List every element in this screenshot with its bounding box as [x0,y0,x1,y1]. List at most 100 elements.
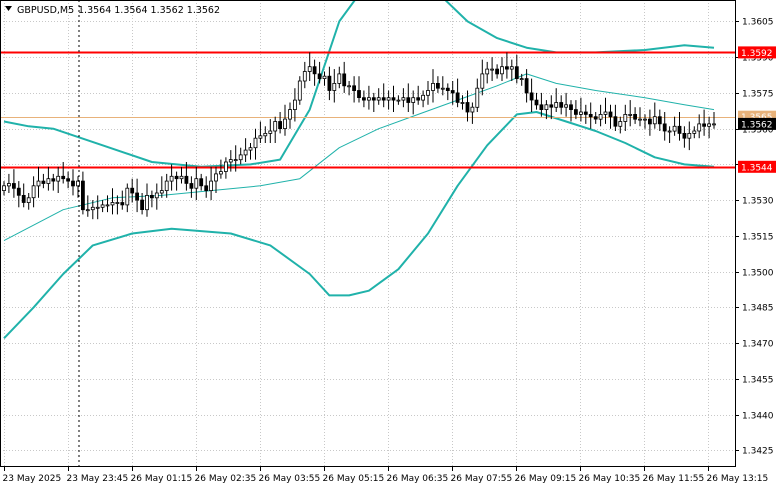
price-labels: 1.35921.35651.35441.3562 [738,46,776,173]
candle-body [100,204,105,208]
candle-body [435,83,440,89]
candle-body [579,111,583,115]
level-price-label: 1.3592 [741,49,773,59]
candle-body [307,66,312,72]
y-tick-label: 1.3440 [742,412,774,422]
candle-body [278,121,283,129]
candle-body [332,83,337,91]
candle-body [450,90,455,94]
candle-body [248,147,253,151]
candle-body [574,109,578,115]
candle-body [386,97,391,101]
candle-body [26,197,31,204]
candle-body [411,97,416,103]
candle-body [366,97,371,101]
y-tick-label: 1.3530 [742,197,774,207]
bollinger-bands [3,0,715,339]
y-axis: 1.36051.35901.35751.35601.35451.35301.35… [735,18,774,457]
candle-body [164,180,169,192]
candle-body [312,66,317,75]
candle-body [145,194,149,211]
candle-body [544,104,549,111]
x-tick-label: 26 May 01:15 [131,474,193,484]
candle-body [371,97,376,101]
candle-body [603,111,608,115]
candle-body [475,87,480,108]
candle-body [347,85,352,88]
candle-body [485,68,490,75]
grid [0,0,735,467]
candle-body [11,183,16,189]
x-axis: 23 May 2025 23 May 23:45 26 May 01:15 26 Ma… [3,467,769,484]
candle-body [702,123,706,127]
x-tick-label: 26 May 09:15 [515,474,577,484]
candle-body [135,192,140,201]
level-lines [0,51,735,169]
y-tick-label: 1.3575 [742,90,774,100]
candle-body [569,104,573,111]
candle-body [396,99,401,102]
candle-body [657,116,662,125]
candle-body [554,102,559,108]
x-tick-label: 26 May 02:35 [195,474,257,484]
candle-body [253,137,258,149]
candle-body [470,106,475,113]
candle-body [233,159,238,162]
x-tick-label: 23 May 23:45 [67,474,129,484]
candle-body [31,185,36,199]
candle-body [95,206,100,209]
candle-body [445,87,450,91]
candle-body [431,83,435,91]
candle-body [623,114,628,122]
candle-body [401,97,406,101]
candle-body [677,125,682,134]
candle-body [687,132,692,139]
candle-body [361,97,366,101]
candle-body [342,73,347,87]
candle-body [154,192,159,199]
y-tick-label: 1.3485 [742,304,774,314]
price-chart[interactable]: 1.36051.35901.35751.35601.35451.35301.35… [0,0,781,489]
candle-body [7,183,11,187]
candle-body [564,104,568,108]
candle-body [238,154,243,161]
band-lower-line [3,111,715,339]
candle-body [352,85,357,92]
candle-body [495,68,500,75]
candle-body [504,66,509,70]
candle-body [421,94,426,101]
x-tick-label: 26 May 03:55 [259,474,321,484]
candle-body [2,185,6,192]
chart-menu-icon[interactable] [5,6,12,11]
candle-body [593,116,598,120]
candle-body [81,180,85,211]
x-tick-label: 26 May 13:15 [707,474,769,484]
candle-body [480,73,485,89]
candle-body [391,97,396,101]
x-tick-label: 23 May 2025 [3,474,62,484]
candle-body [662,123,667,132]
candle-body [534,99,539,106]
candle-body [667,130,672,133]
candle-body [465,102,470,113]
candle-body [549,104,554,108]
plot-frame [0,0,736,467]
candle-body [105,204,110,207]
candle-body [426,90,430,96]
candle-body [357,90,361,98]
candle-body [16,187,21,196]
candle-body [36,180,41,187]
candle-body [697,123,702,132]
candle-body [608,111,613,118]
candle-body [273,121,278,132]
candle-body [56,175,61,182]
candle-body [317,73,322,80]
candle-body [302,71,307,82]
candle-body [638,118,642,121]
candle-body [524,78,529,94]
candle-body [500,66,504,75]
candle-body [149,194,154,199]
candle-body [297,80,302,101]
y-tick-label: 1.3500 [742,269,774,279]
x-tick-label: 26 May 06:35 [387,474,449,484]
